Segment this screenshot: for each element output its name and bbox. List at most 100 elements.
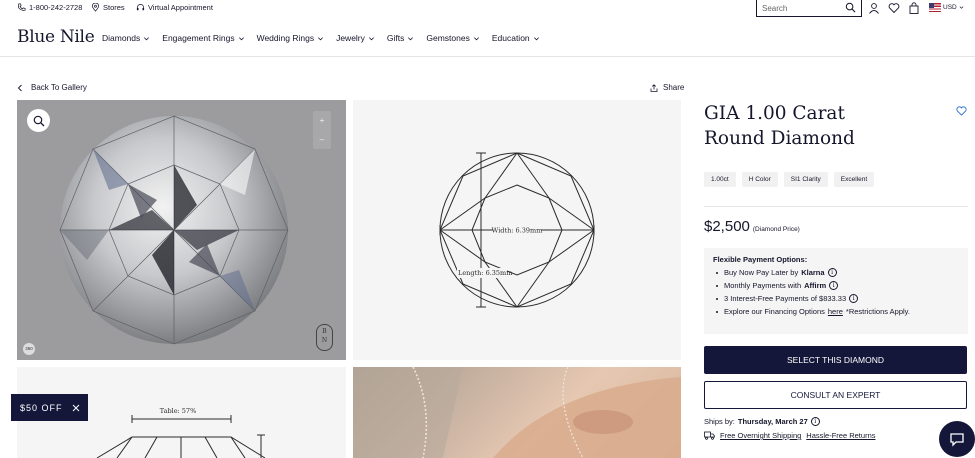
chevron-down-icon <box>408 36 414 40</box>
nav-item-label: Jewelry <box>336 33 365 43</box>
nav-item-label: Education <box>491 33 530 43</box>
currency-label: USD <box>943 4 957 11</box>
bn-watermark: B N <box>316 324 333 351</box>
financing-here-link[interactable]: here <box>828 307 843 316</box>
ships-info-icon[interactable]: i <box>810 417 820 426</box>
diagram-width-label: Width: 6.39mm <box>492 227 543 235</box>
chip-cut: Excellent <box>833 172 875 187</box>
payment-klarna-line: Buy Now Pay Later by Klarna i <box>716 268 959 277</box>
nav-item-diamonds[interactable]: Diamonds <box>102 33 150 43</box>
delivery-truck-icon <box>704 431 715 440</box>
phone-icon <box>17 3 26 11</box>
installments-text: 3 Interest-Free Payments of $833.33 <box>724 294 847 303</box>
klarna-info-icon[interactable]: i <box>827 268 837 277</box>
nav-item-label: Engagement Rings <box>162 33 235 43</box>
chip-carat: 1.00ct <box>704 172 736 187</box>
klarna-brand: Klarna <box>801 268 825 277</box>
virtual-appointment-label: Virtual Appointment <box>148 3 213 12</box>
price-amount: $2,500 <box>704 218 750 235</box>
back-to-gallery-link[interactable]: Back To Gallery <box>17 83 87 92</box>
phone-number: 1-800-242-2728 <box>29 3 83 12</box>
diamond-photo[interactable]: + – 360 B N <box>17 100 346 360</box>
payment-affirm-line: Monthly Payments with Affirm i <box>716 281 959 290</box>
payment-installments-line: 3 Interest-Free Payments of $833.33 i <box>716 294 959 303</box>
financing-text: Explore our Financing Options <box>724 307 825 316</box>
promo-banner[interactable]: $50 OFF <box>11 394 88 421</box>
affirm-brand: Affirm <box>804 281 827 290</box>
share-button[interactable]: Share <box>650 83 684 92</box>
payment-options-box: Flexible Payment Options: Buy Now Pay La… <box>704 248 968 334</box>
diagram-table-label: Table: 57% <box>160 407 197 415</box>
headset-icon <box>136 4 145 11</box>
share-icon <box>650 83 658 92</box>
spec-divider <box>704 206 968 207</box>
search-icon[interactable] <box>845 2 856 13</box>
nav-item-label: Wedding Rings <box>256 33 315 43</box>
free-overnight-shipping-link[interactable]: Free Overnight Shipping <box>720 431 801 440</box>
nav-item-engagement-rings[interactable]: Engagement Rings <box>162 33 244 43</box>
hassle-free-returns-link[interactable]: Hassle-Free Returns <box>806 431 875 440</box>
ships-by-label: Ships by: <box>704 417 735 426</box>
hand-photo-image <box>353 367 681 458</box>
bullet <box>716 284 718 287</box>
virtual-appointment-link[interactable]: Virtual Appointment <box>136 3 213 12</box>
close-icon[interactable] <box>72 404 80 412</box>
currency-selector[interactable]: USD <box>943 4 964 11</box>
account-icon[interactable] <box>868 2 880 14</box>
diagram-drawing: Width: 6.39mm Length: 6.35mm <box>439 152 595 308</box>
chat-button[interactable] <box>939 421 975 457</box>
ships-by: Ships by: Thursday, March 27 i <box>704 417 820 426</box>
select-diamond-button[interactable]: SELECT THIS DIAMOND <box>704 346 967 374</box>
chip-color: H Color <box>741 172 778 187</box>
brand-logo[interactable]: Blue Nile <box>17 27 95 47</box>
chevron-down-icon <box>238 36 244 40</box>
location-pin-icon <box>91 3 100 12</box>
favorite-heart-icon[interactable] <box>956 106 967 116</box>
nav-item-label: Gifts <box>386 33 405 43</box>
financing-restrictions: *Restrictions Apply. <box>845 307 910 316</box>
search-input[interactable]: Search <box>756 0 862 17</box>
nav-item-jewelry[interactable]: Jewelry <box>336 33 375 43</box>
bn-watermark-top: B <box>322 328 327 335</box>
chevron-down-icon <box>144 36 150 40</box>
wishlist-icon[interactable] <box>888 2 900 14</box>
bullet <box>716 297 718 300</box>
chat-bubble-icon <box>950 433 964 447</box>
360-view-badge[interactable]: 360 <box>23 343 35 355</box>
installments-info-icon[interactable]: i <box>849 294 859 303</box>
shopping-bag-icon[interactable] <box>908 2 920 14</box>
stores-label: Stores <box>103 3 125 12</box>
shipping-links: Free Overnight Shipping Hassle-Free Retu… <box>704 431 876 440</box>
main-nav: Diamonds Engagement Rings Wedding Rings Jew… <box>102 33 552 43</box>
diagram-length-label: Length: 6.35mm <box>458 269 512 277</box>
magnifier-icon <box>33 115 44 126</box>
nav-divider <box>0 56 975 57</box>
nav-item-label: Gemstones <box>426 33 470 43</box>
back-to-gallery-label: Back To Gallery <box>31 83 87 92</box>
search-placeholder: Search <box>762 4 788 13</box>
nav-item-gemstones[interactable]: Gemstones <box>426 33 479 43</box>
chip-clarity: SI1 Clarity <box>783 172 828 187</box>
klarna-text: Buy Now Pay Later by <box>724 268 799 277</box>
zoom-out-button[interactable]: – <box>313 130 331 149</box>
stores-link[interactable]: Stores <box>91 3 125 12</box>
bullet <box>716 310 718 313</box>
nav-item-wedding-rings[interactable]: Wedding Rings <box>257 33 325 43</box>
spec-chips: 1.00ct H Color SI1 Clarity Excellent <box>704 172 875 187</box>
promo-label: $50 OFF <box>20 402 63 413</box>
zoom-in-button[interactable]: + <box>313 111 331 130</box>
price-note: (Diamond Price) <box>752 226 800 233</box>
bn-watermark-bottom: N <box>321 337 328 344</box>
us-flag-icon[interactable] <box>929 3 941 12</box>
diamond-diagram-top[interactable]: Width: 6.39mm Length: 6.35mm <box>353 100 681 360</box>
affirm-info-icon[interactable]: i <box>829 281 839 290</box>
diamond-on-hand-photo[interactable] <box>353 367 681 458</box>
zoom-search-button[interactable] <box>27 109 50 132</box>
phone-link[interactable]: 1-800-242-2728 <box>17 3 82 12</box>
nav-item-education[interactable]: Education <box>492 33 540 43</box>
price: $2,500 (Diamond Price) <box>704 218 800 235</box>
consult-expert-button[interactable]: CONSULT AN EXPERT <box>704 381 967 409</box>
zoom-controls: + – <box>313 111 331 149</box>
nav-item-gifts[interactable]: Gifts <box>387 33 414 43</box>
affirm-text: Monthly Payments with <box>724 281 802 290</box>
